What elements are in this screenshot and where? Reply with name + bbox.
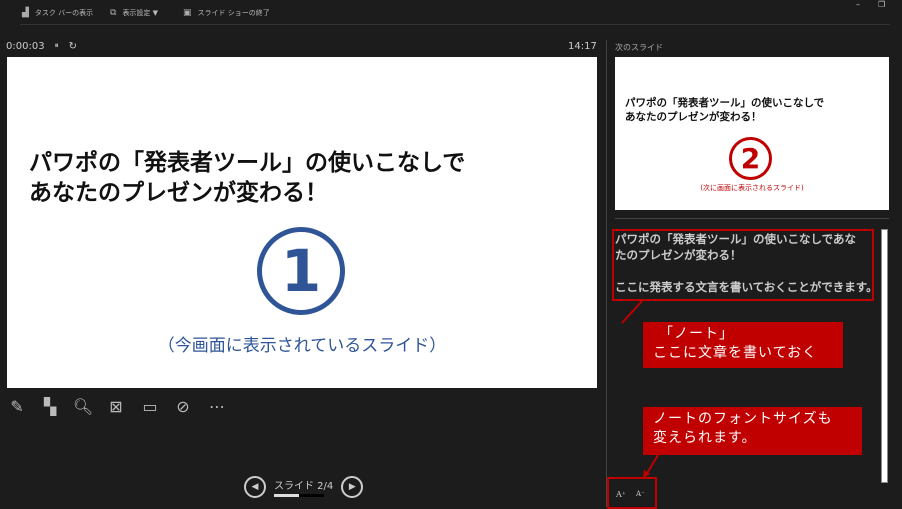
label: タスク バーの表示 [34,9,94,17]
callout-line: 「ノート」 [659,326,734,342]
increase-font-button[interactable]: A⁺ [616,490,626,499]
minimize-button[interactable]: – [856,0,860,9]
zoom-icon[interactable]: 🔍︎ [72,395,94,417]
end-show-icon: ▣ [183,8,192,18]
callout-line: ここに文章を書いておく [653,344,818,361]
all-slides-icon[interactable]: ▚ [39,395,61,417]
display-settings-button[interactable]: ⧉ 表示設定 ▼ [110,8,158,18]
current-slide: パワポの「発表者ツール」の使いこなしで あなたのプレゼンが変わる！ 1 （今画面… [7,57,597,388]
callout-line: 変えられます。 [653,429,757,446]
notes-highlight [612,229,874,301]
slide-title-line: あなたのプレゼンが変わる！ [625,110,762,123]
slide-number-badge: 1 [257,227,345,315]
black-screen-icon[interactable]: ⊠ [105,395,127,417]
reset-timer-button[interactable]: ↻ [69,41,77,52]
pause-button[interactable]: ⏸ [55,41,59,52]
pen-icon[interactable]: ✎ [6,395,28,417]
font-controls-highlight [607,477,657,509]
slide-title-line: あなたのプレゼンが変わる！ [29,179,328,206]
camera-off-icon[interactable]: ⊘ [172,395,194,417]
notes-callout: 「ノート」 ここに文章を書いておく [643,322,843,368]
label: 表示設定 ▼ [122,9,159,17]
notes-scrollbar[interactable] [881,229,888,483]
slide-title-line: パワポの「発表者ツール」の使いこなしで [625,97,825,109]
subtitles-icon[interactable]: ▭ [139,395,161,417]
timer: 0:00:03 ⏸ ↻ [6,41,77,52]
divider [20,24,890,25]
decrease-font-button[interactable]: A⁻ [636,490,645,498]
slide-title-line: パワポの「発表者ツール」の使いこなしで [29,150,466,176]
font-size-callout: ノートのフォントサイズも 変えられます。 [643,407,862,455]
progress-fill [274,494,299,497]
slide-caption: (次に画面に表示されるスライド) [700,184,804,192]
show-taskbar-button[interactable]: ▟ タスク バーの表示 [22,8,93,18]
next-slide-button[interactable]: ▶ [341,476,364,498]
slide-number-badge: 2 [729,137,772,180]
progress-bar [274,494,324,497]
restore-button[interactable]: ❐ [878,0,885,9]
slide-caption: （今画面に表示されているスライド） [157,336,447,356]
label: スライド ショーの終了 [197,9,270,17]
slide-navigation: ◀ スライド 2/4 ▶ [244,476,364,498]
end-slideshow-button[interactable]: ▣ スライド ショーの終了 [183,8,270,18]
clock: 14:17 [568,41,597,52]
elapsed-time: 0:00:03 [6,41,45,52]
slide-counter[interactable]: スライド 2/4 [274,477,333,492]
callout-line: ノートのフォントサイズも [653,411,833,427]
previous-slide-button[interactable]: ◀ [244,476,266,498]
taskbar-icon: ▟ [22,8,29,18]
more-icon[interactable]: ⋯ [206,395,228,417]
divider [615,218,889,219]
next-slide-preview[interactable]: パワポの「発表者ツール」の使いこなしで あなたのプレゼンが変わる！ 2 (次に画… [615,57,889,210]
next-slide-label: 次のスライド [615,43,663,52]
display-settings-icon: ⧉ [110,8,117,18]
